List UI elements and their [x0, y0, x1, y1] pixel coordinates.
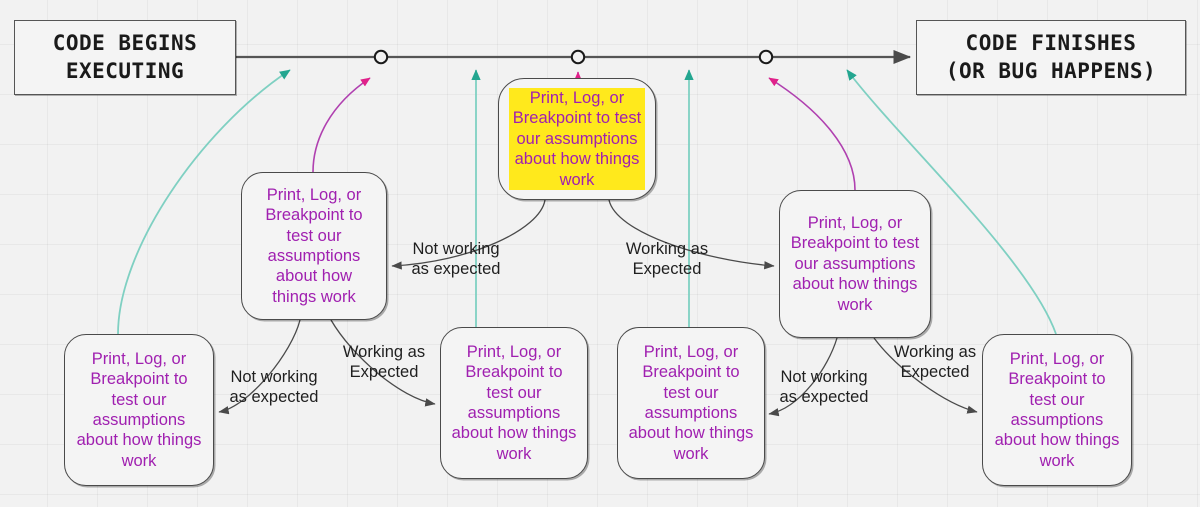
edge-label-working-3: Working as Expected [893, 343, 977, 382]
junction-circle-2 [570, 49, 586, 65]
node-label: Print, Log, or Breakpoint to test our as… [994, 349, 1120, 470]
edge-label-not-working-1: Not working as expected [411, 240, 501, 279]
node-checkpoint-mid-right[interactable]: Print, Log, or Breakpoint to test our as… [779, 190, 931, 338]
node-checkpoint-top[interactable]: Print, Log, or Breakpoint to test our as… [498, 78, 656, 200]
junction-circle-1 [373, 49, 389, 65]
node-label: Print, Log, or Breakpoint to test our as… [790, 213, 920, 314]
node-checkpoint-bottom-3[interactable]: Print, Log, or Breakpoint to test our as… [617, 327, 765, 479]
edge-label-not-working-3: Not working as expected [779, 368, 869, 407]
edge-label-working-1: Working as Expected [625, 240, 709, 279]
node-label: Print, Log, or Breakpoint to test our as… [265, 185, 363, 306]
junction-circles [373, 49, 774, 65]
edge-label-working-2: Working as Expected [342, 343, 426, 382]
magenta-arrow-1 [312, 77, 371, 173]
node-checkpoint-bottom-2[interactable]: Print, Log, or Breakpoint to test our as… [440, 327, 588, 479]
junction-circle-3 [758, 49, 774, 65]
terminal-code-begins: CODE BEGINS EXECUTING [14, 20, 236, 95]
node-checkpoint-bottom-4[interactable]: Print, Log, or Breakpoint to test our as… [982, 334, 1132, 486]
node-label: Print, Log, or Breakpoint to test our as… [76, 349, 202, 470]
node-checkpoint-bottom-1[interactable]: Print, Log, or Breakpoint to test our as… [64, 334, 214, 486]
node-label: Print, Log, or Breakpoint to test our as… [628, 342, 754, 463]
edge-label-not-working-2: Not working as expected [229, 368, 319, 407]
node-checkpoint-mid-left[interactable]: Print, Log, or Breakpoint to test our as… [241, 172, 387, 320]
node-label: Print, Log, or Breakpoint to test our as… [451, 342, 577, 463]
terminal-code-finishes: CODE FINISHES (OR BUG HAPPENS) [916, 20, 1186, 95]
node-label: Print, Log, or Breakpoint to test our as… [509, 87, 645, 191]
diagram-canvas: CODE BEGINS EXECUTING CODE FINISHES (OR … [0, 0, 1200, 507]
magenta-arrow-3 [768, 77, 856, 191]
